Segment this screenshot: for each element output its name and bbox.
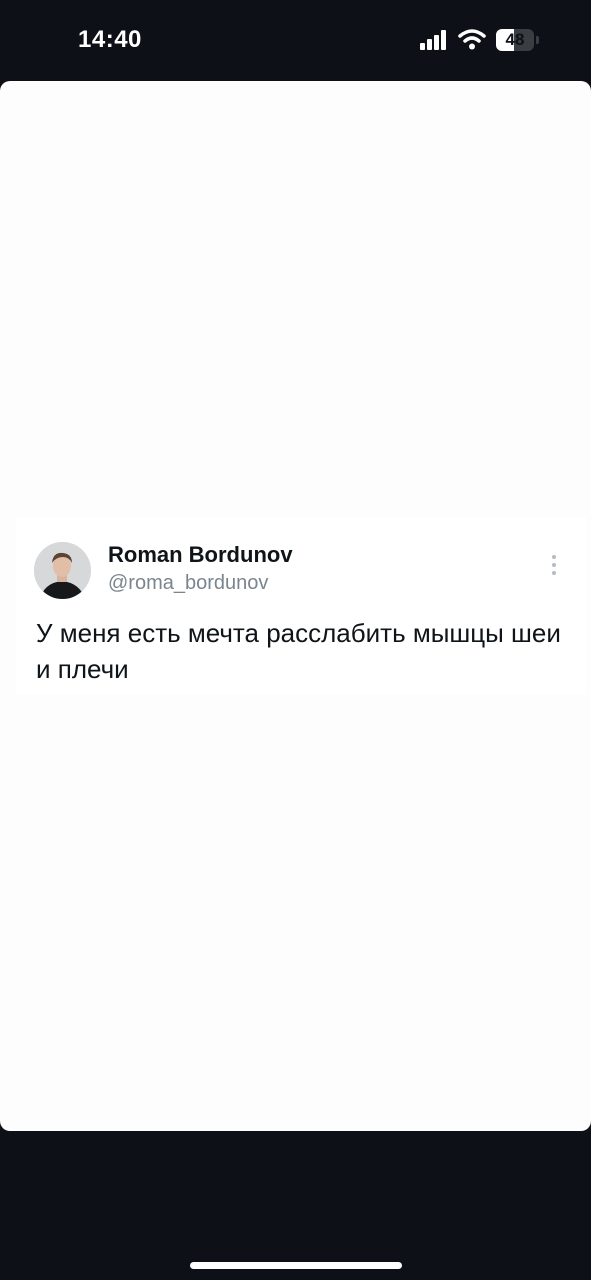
battery-cap (536, 36, 539, 44)
signal-icon (420, 30, 446, 50)
battery-icon: 48 (496, 29, 540, 51)
more-icon[interactable] (546, 553, 562, 577)
battery-level: 48 (505, 30, 525, 49)
tweet-card[interactable]: Roman Bordunov @roma_bordunov У меня ест… (16, 517, 586, 695)
phone-screen: 14:40 48 Roman Bordunov @roma_bordunov У… (0, 0, 591, 1280)
home-indicator[interactable] (190, 1262, 402, 1269)
tweet-text: У меня есть мечта расслабить мышцы шеи и… (36, 618, 561, 684)
status-bar: 14:40 48 (0, 0, 591, 80)
battery-body: 48 (496, 29, 534, 51)
content-card: Roman Bordunov @roma_bordunov У меня ест… (0, 81, 591, 1131)
wifi-icon (458, 29, 486, 50)
avatar-portrait (34, 542, 91, 599)
status-time: 14:40 (78, 26, 142, 53)
avatar[interactable] (34, 542, 91, 599)
author-name[interactable]: Roman Bordunov (108, 542, 293, 568)
author-handle[interactable]: @roma_bordunov (108, 572, 268, 595)
